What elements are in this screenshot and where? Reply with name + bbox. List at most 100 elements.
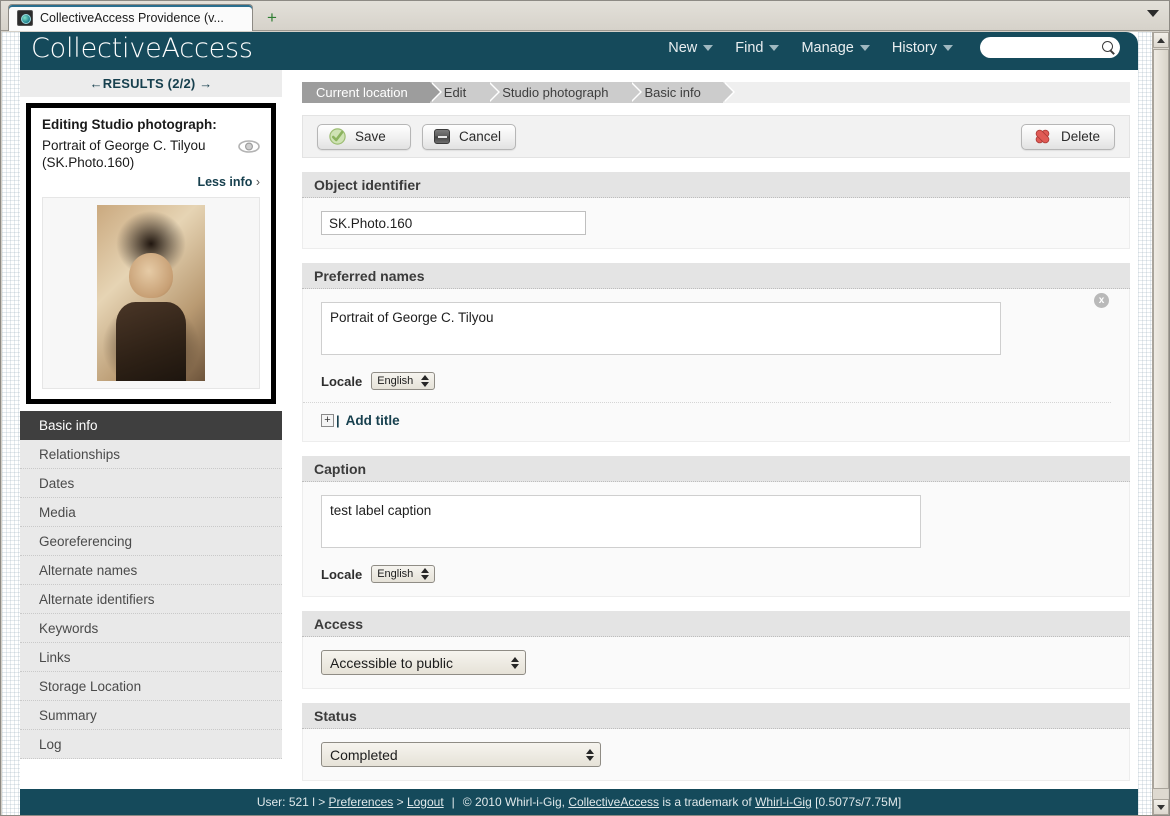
nav-item-new-label: New (668, 40, 698, 56)
add-title-row: + | Add title (303, 402, 1111, 428)
less-info-label: Less info (197, 175, 253, 189)
breadcrumb-label: Current location (316, 85, 408, 100)
new-tab-button[interactable]: + (263, 9, 281, 27)
object-identifier-input[interactable] (321, 211, 586, 235)
sidebar-item-label: Storage Location (39, 678, 142, 694)
scrollbar-thumb[interactable] (1153, 49, 1169, 789)
sidebar-item-basic-info[interactable]: Basic info (20, 411, 295, 440)
section-body: Completed (302, 729, 1130, 781)
section-body: Accessible to public (302, 637, 1130, 689)
save-button[interactable]: Save (317, 123, 411, 150)
add-title-link[interactable]: Add title (346, 413, 400, 428)
cancel-button[interactable]: Cancel (422, 123, 516, 150)
editor-toolbar: Save Cancel Delete (302, 115, 1130, 158)
sidebar-item-alternate-identifiers[interactable]: Alternate identifiers (20, 585, 282, 614)
footer-logout-link[interactable]: Logout (407, 795, 444, 809)
sidebar-item-storage-location[interactable]: Storage Location (20, 672, 282, 701)
sidebar-item-label: Alternate names (39, 562, 138, 578)
footer-trademark-text: is a trademark of (662, 795, 752, 809)
sidebar-item-alternate-names[interactable]: Alternate names (20, 556, 282, 585)
sidebar-item-label: Georeferencing (39, 533, 133, 549)
preferred-name-locale-select[interactable]: English (371, 372, 436, 390)
section-status: Status Completed (302, 703, 1130, 781)
record-thumbnail-image[interactable] (97, 205, 205, 381)
locale-value: English (377, 375, 414, 387)
breadcrumb-item-current-location[interactable]: Current location (302, 82, 442, 103)
breadcrumb-label: Edit (443, 85, 467, 100)
chevron-down-icon[interactable] (1147, 10, 1159, 17)
spinner-arrows-icon (583, 748, 597, 761)
save-button-label: Save (355, 129, 386, 144)
locale-label: Locale (321, 566, 363, 582)
section-heading: Access (302, 611, 1130, 637)
access-select[interactable]: Accessible to public (321, 650, 526, 675)
sidebar-item-georeferencing[interactable]: Georeferencing (20, 527, 282, 556)
nav-item-history-label: History (891, 40, 937, 56)
section-preferred-names: Preferred names Portrait of George C. Ti… (302, 263, 1130, 442)
footer-performance: [0.5077s/7.75M] (815, 795, 902, 809)
add-title-pipe: | (336, 413, 340, 428)
section-heading: Status (302, 703, 1130, 729)
chevron-down-icon (703, 45, 714, 51)
eye-icon[interactable] (238, 140, 260, 153)
section-heading: Object identifier (302, 172, 1130, 198)
browser-tab-title: CollectiveAccess Providence (v... (40, 11, 224, 25)
main-navigation: New Find Manage History (668, 40, 953, 56)
search-icon[interactable] (1101, 40, 1115, 56)
caption-locale-select[interactable]: English (371, 565, 436, 583)
browser-tab-strip: CollectiveAccess Providence (v... + (1, 1, 1169, 31)
section-body: test label caption Locale English (302, 482, 1130, 597)
section-body (302, 198, 1130, 249)
sidebar-item-relationships[interactable]: Relationships (20, 440, 282, 469)
status-select[interactable]: Completed (321, 742, 601, 767)
section-heading: Caption (302, 456, 1130, 482)
section-access: Access Accessible to public (302, 611, 1130, 689)
caption-textarea[interactable]: test label caption (321, 495, 921, 548)
plus-icon[interactable]: + (321, 414, 334, 427)
section-object-identifier: Object identifier (302, 172, 1130, 249)
sidebar-item-label: Relationships (39, 446, 121, 462)
nav-item-find[interactable]: Find (735, 40, 780, 56)
sidebar-item-links[interactable]: Links (20, 643, 282, 672)
nav-item-new[interactable]: New (668, 40, 714, 56)
scroll-up-button[interactable] (1153, 32, 1169, 48)
preferred-name-textarea[interactable]: Portrait of George C. Tilyou (321, 302, 1001, 355)
sidebar-item-log[interactable]: Log (20, 730, 282, 759)
record-info-panel: Editing Studio photograph: Portrait of G… (26, 103, 276, 404)
sidebar-item-dates[interactable]: Dates (20, 469, 282, 498)
search-input[interactable] (989, 38, 1101, 57)
record-section-nav: Basic info Relationships Dates Media Geo… (20, 411, 295, 759)
footer-user: User: 521 l > (256, 795, 326, 809)
delete-button-label: Delete (1061, 129, 1101, 144)
sidebar-item-label: Alternate identifiers (39, 591, 155, 607)
record-thumbnail-frame (42, 197, 260, 389)
remove-preferred-name-button[interactable]: x (1094, 293, 1109, 308)
record-info-title: Editing Studio photograph: (42, 117, 217, 132)
breadcrumb-item-studio-photograph[interactable]: Studio photograph (488, 82, 643, 103)
sidebar-item-keywords[interactable]: Keywords (20, 614, 282, 643)
preferred-name-locale-row: Locale English (321, 372, 1129, 390)
footer-preferences-link[interactable]: Preferences (329, 795, 394, 809)
sidebar-item-label: Basic info (39, 418, 98, 433)
nav-item-history[interactable]: History (892, 40, 953, 56)
delete-button[interactable]: Delete (1021, 123, 1115, 150)
breadcrumb-item-basic-info[interactable]: Basic info (630, 82, 736, 103)
results-navigator[interactable]: ←RESULTS (2/2) → (20, 70, 282, 97)
locale-label: Locale (321, 373, 363, 389)
nav-item-manage[interactable]: Manage (801, 40, 870, 56)
less-info-link[interactable]: Less info › (42, 175, 260, 189)
vertical-scrollbar[interactable] (1152, 32, 1169, 815)
sidebar-item-media[interactable]: Media (20, 498, 282, 527)
browser-tab[interactable]: CollectiveAccess Providence (v... (8, 4, 253, 31)
footer-company-link[interactable]: Whirl-i-Gig (755, 795, 812, 809)
site-footer: User: 521 l > Preferences > Logout | © 2… (20, 789, 1138, 815)
locale-value: English (377, 568, 414, 580)
page-viewport: CollectiveAccess New Find Manage History… (2, 32, 1154, 815)
nav-item-find-label: Find (735, 40, 764, 56)
nav-item-manage-label: Manage (801, 40, 854, 56)
chevron-down-icon (943, 45, 953, 51)
sidebar-item-summary[interactable]: Summary (20, 701, 282, 730)
footer-product-link[interactable]: CollectiveAccess (568, 795, 659, 809)
scroll-down-button[interactable] (1153, 799, 1169, 815)
browser-window: CollectiveAccess Providence (v... + Coll… (0, 0, 1170, 816)
